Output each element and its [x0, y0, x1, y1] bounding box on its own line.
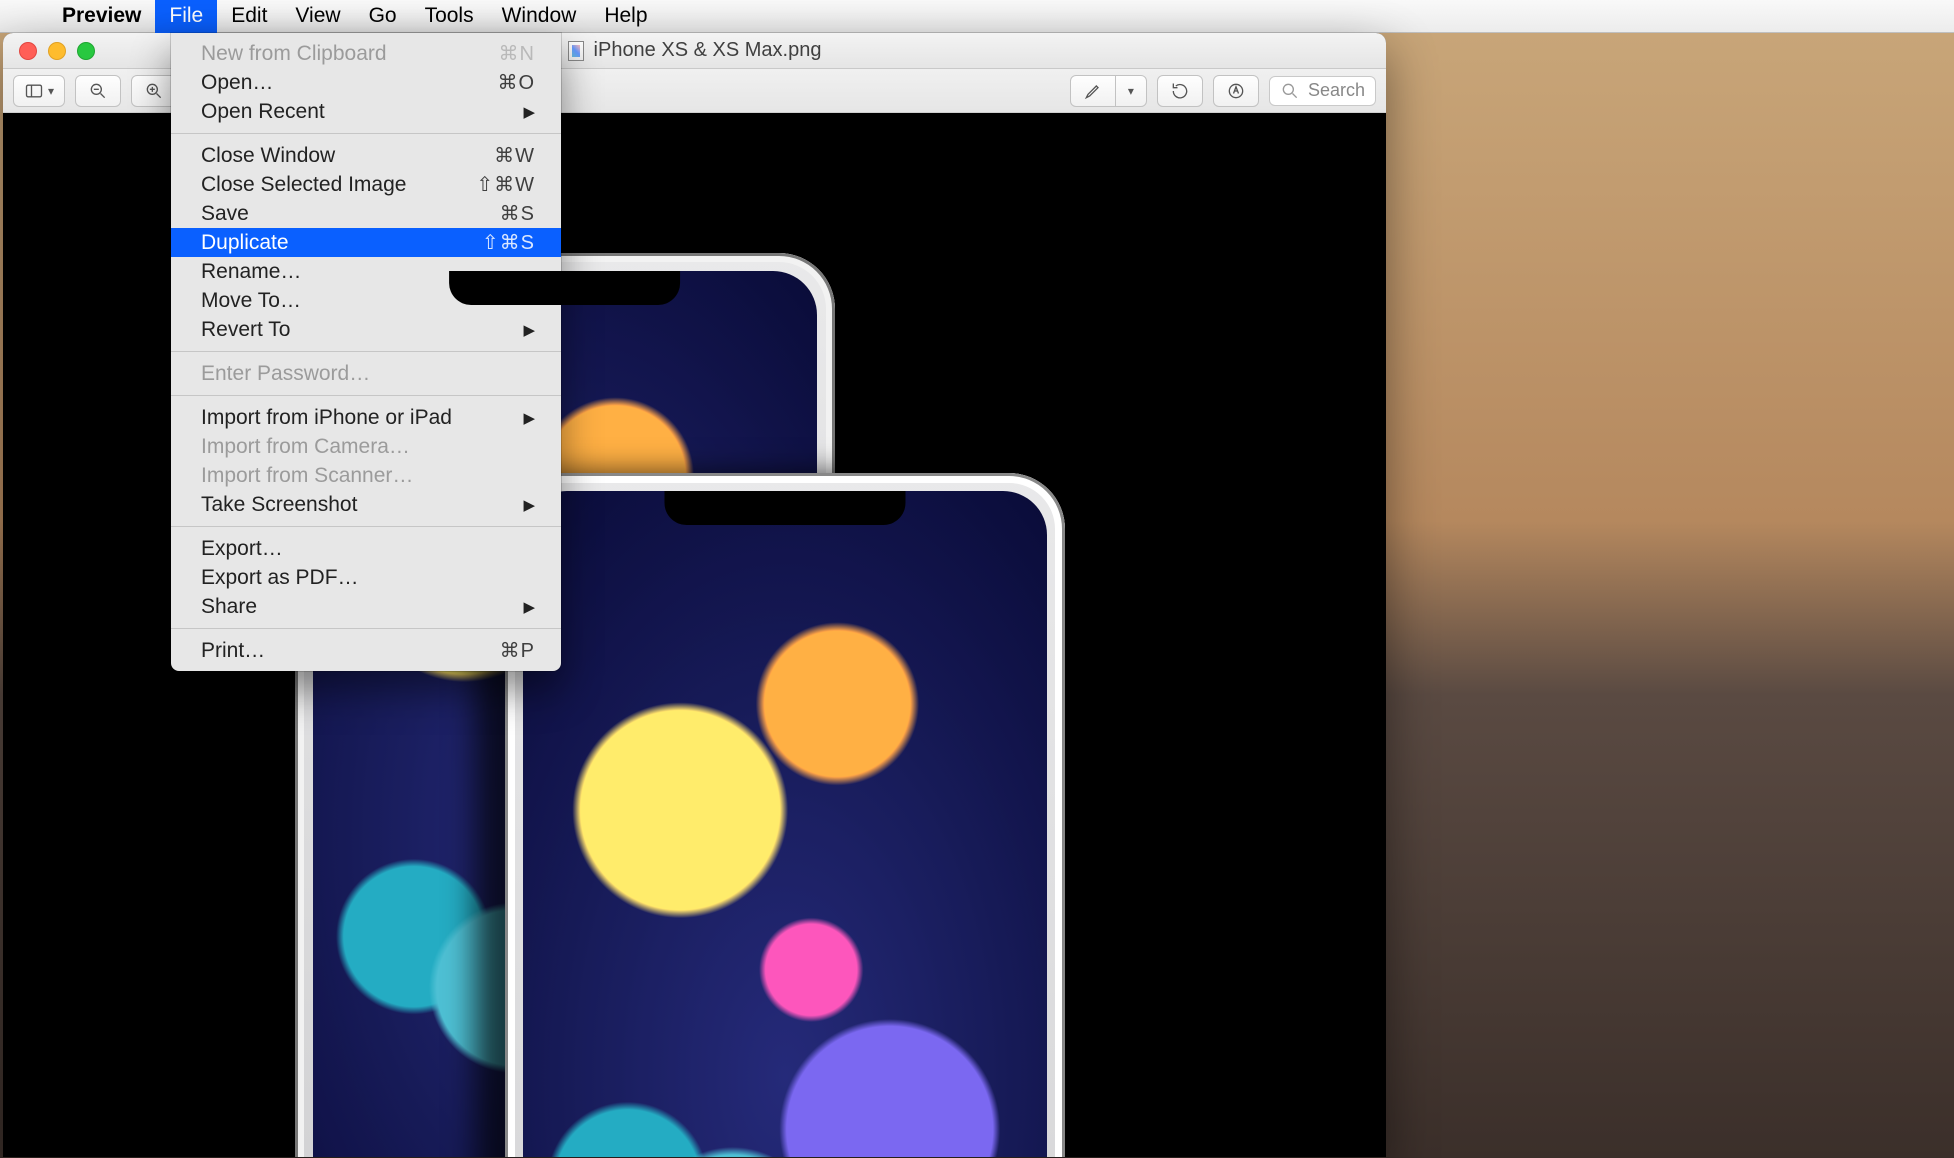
menu-window[interactable]: Window	[488, 0, 591, 33]
submenu-arrow-icon: ▶	[523, 598, 535, 616]
menu-separator	[171, 395, 561, 396]
markup-icon	[1226, 81, 1246, 101]
minimize-window-button[interactable]	[48, 42, 66, 60]
menu-item-open-recent[interactable]: Open Recent ▶	[171, 97, 561, 126]
menu-item-shortcut: ⌘W	[494, 143, 535, 168]
window-title: iPhone XS & XS Max.png	[594, 39, 822, 62]
menu-item-label: Rename…	[201, 260, 301, 284]
menu-item-enter-password: Enter Password…	[171, 359, 561, 388]
app-menu[interactable]: Preview	[48, 0, 155, 33]
sidebar-icon	[24, 81, 44, 101]
sidebar-toggle-button[interactable]: ▾	[13, 75, 65, 107]
menu-item-label: Close Window	[201, 144, 335, 168]
menu-item-save[interactable]: Save ⌘S	[171, 199, 561, 228]
menu-item-open[interactable]: Open… ⌘O	[171, 68, 561, 97]
submenu-arrow-icon: ▶	[523, 321, 535, 339]
menu-item-label: Import from Camera…	[201, 435, 410, 459]
menu-item-import-from-iphone-or-ipad[interactable]: Import from iPhone or iPad ▶	[171, 403, 561, 432]
menu-item-label: Enter Password…	[201, 362, 370, 386]
menu-tools[interactable]: Tools	[411, 0, 488, 33]
menu-item-import-from-scanner: Import from Scanner…	[171, 461, 561, 490]
menu-item-label: Export…	[201, 537, 283, 561]
rotate-icon	[1170, 81, 1190, 101]
menu-item-revert-to[interactable]: Revert To ▶	[171, 315, 561, 344]
menu-item-label: Share	[201, 595, 257, 619]
menu-item-new-from-clipboard: New from Clipboard ⌘N	[171, 39, 561, 68]
menu-separator	[171, 351, 561, 352]
menu-item-shortcut: ⇧⌘W	[476, 172, 535, 197]
menu-item-label: Close Selected Image	[201, 173, 406, 197]
close-window-button[interactable]	[19, 42, 37, 60]
menu-item-export-as-pdf[interactable]: Export as PDF…	[171, 563, 561, 592]
submenu-arrow-icon: ▶	[523, 103, 535, 121]
menu-separator	[171, 628, 561, 629]
menu-edit[interactable]: Edit	[217, 0, 281, 33]
menu-separator	[171, 526, 561, 527]
highlighter-icon	[1083, 81, 1103, 101]
menu-item-print[interactable]: Print… ⌘P	[171, 636, 561, 665]
zoom-in-icon	[144, 81, 164, 101]
zoom-window-button[interactable]	[77, 42, 95, 60]
zoom-out-icon	[88, 81, 108, 101]
submenu-arrow-icon: ▶	[523, 409, 535, 427]
menu-item-shortcut: ⌘S	[500, 201, 535, 226]
menu-item-label: Print…	[201, 639, 265, 663]
search-field[interactable]: Search	[1269, 76, 1376, 106]
file-menu-dropdown: New from Clipboard ⌘N Open… ⌘O Open Recent ▶ C…	[171, 33, 561, 671]
menu-item-close-window[interactable]: Close Window ⌘W	[171, 141, 561, 170]
traffic-lights	[19, 42, 95, 60]
rotate-button[interactable]	[1157, 75, 1203, 107]
menu-help[interactable]: Help	[590, 0, 661, 33]
menu-item-shortcut: ⌘O	[497, 70, 535, 95]
menu-item-share[interactable]: Share ▶	[171, 592, 561, 621]
menu-item-label: Import from Scanner…	[201, 464, 413, 488]
menu-item-shortcut: ⌘P	[500, 638, 535, 663]
markup-button[interactable]: ▾	[1070, 75, 1147, 107]
menu-item-take-screenshot[interactable]: Take Screenshot ▶	[171, 490, 561, 519]
menu-item-import-from-camera: Import from Camera…	[171, 432, 561, 461]
menu-item-label: Open…	[201, 71, 273, 95]
menu-file[interactable]: File	[155, 0, 217, 33]
document-icon	[568, 41, 584, 61]
menu-item-export[interactable]: Export…	[171, 534, 561, 563]
menu-view[interactable]: View	[281, 0, 354, 33]
menu-item-shortcut: ⌘N	[499, 41, 535, 66]
zoom-out-button[interactable]	[75, 75, 121, 107]
menu-go[interactable]: Go	[355, 0, 411, 33]
submenu-arrow-icon: ▶	[523, 496, 535, 514]
menu-separator	[171, 133, 561, 134]
menu-item-label: Revert To	[201, 318, 291, 342]
markup-dropdown[interactable]: ▾	[1116, 76, 1146, 106]
menu-item-label: Save	[201, 202, 249, 226]
menu-item-label: Take Screenshot	[201, 493, 357, 517]
phone-front	[505, 473, 1065, 1157]
search-placeholder: Search	[1308, 80, 1365, 101]
menu-item-label: Open Recent	[201, 100, 325, 124]
menu-item-duplicate[interactable]: Duplicate ⇧⌘S	[171, 228, 561, 257]
menu-item-label: Import from iPhone or iPad	[201, 406, 452, 430]
menu-item-label: Export as PDF…	[201, 566, 359, 590]
menu-item-label: New from Clipboard	[201, 42, 387, 66]
menu-item-label: Duplicate	[201, 231, 289, 255]
menubar: Preview File Edit View Go Tools Window H…	[0, 0, 1954, 33]
menu-item-label: Move To…	[201, 289, 301, 313]
markup-toolbar-button[interactable]	[1213, 75, 1259, 107]
search-icon	[1280, 81, 1300, 101]
menu-item-close-selected-image[interactable]: Close Selected Image ⇧⌘W	[171, 170, 561, 199]
menu-item-shortcut: ⇧⌘S	[482, 230, 535, 255]
